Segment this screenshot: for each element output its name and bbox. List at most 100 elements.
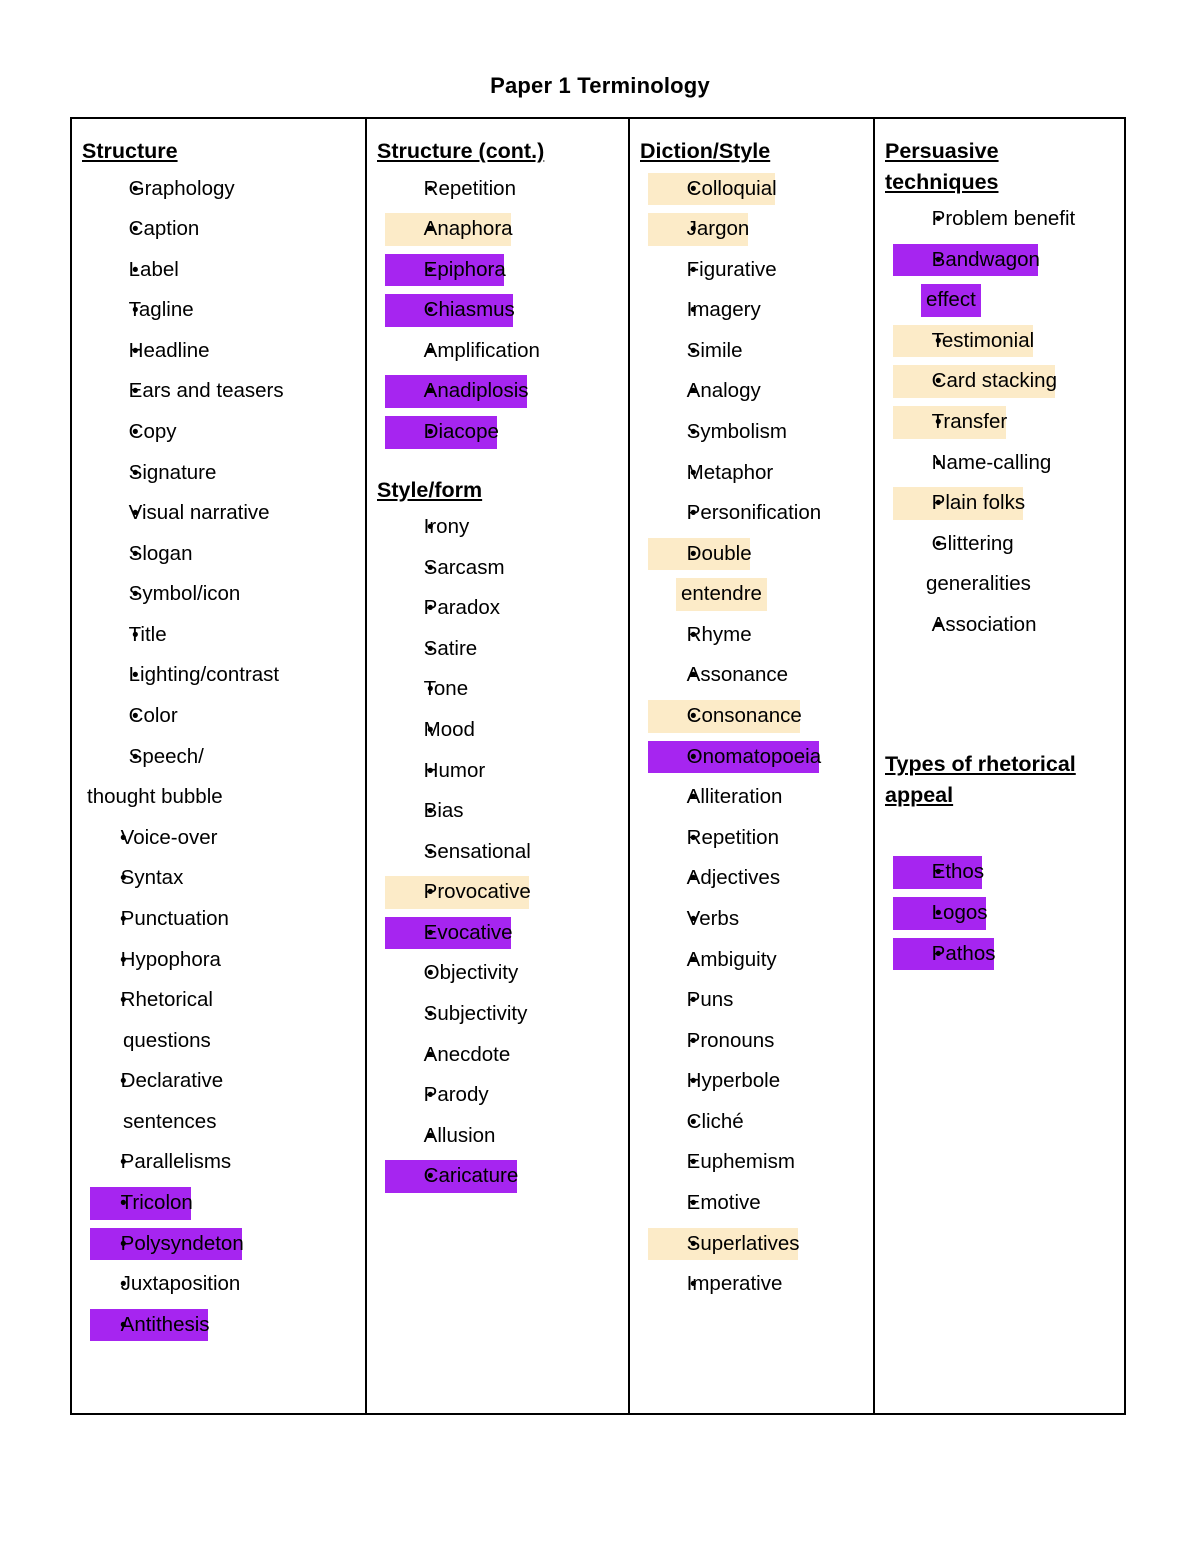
term-label: Pronouns — [686, 1028, 775, 1052]
term-continuation: questions — [82, 1021, 359, 1062]
term-label: Tagline — [128, 298, 194, 322]
column-persuasive-techniques: Persuasive techniques •Problem benefit •Ban… — [875, 119, 1126, 1413]
term-label: Polysyndeton — [120, 1231, 244, 1255]
term-label: Voice-over — [120, 825, 218, 849]
term-item: •Pathos — [885, 934, 1120, 975]
term-item: •Anaphora — [377, 209, 622, 250]
section-heading-line: Types of rhetorical — [885, 752, 1076, 777]
term-item: •Punctuation — [82, 899, 359, 940]
section-heading-line: Structure — [82, 139, 178, 163]
term-label: Bandwagon — [931, 247, 1040, 271]
term-item: •Pronouns — [640, 1021, 867, 1062]
term-item: •Bias — [377, 791, 622, 832]
term-item: •Objectivity — [377, 953, 622, 994]
term-label: Name-calling — [931, 450, 1052, 474]
term-item: •Testimonial — [885, 321, 1120, 362]
terminology-table: Structure •Graphology •Caption •Label •Tagli… — [70, 117, 1126, 1415]
term-item: •Symbolism — [640, 412, 867, 453]
term-item: •Caricature — [377, 1156, 622, 1197]
term-continuation-label: questions — [123, 1028, 211, 1052]
term-item: •Bandwagon — [885, 240, 1120, 281]
term-label: Syntax — [120, 866, 184, 890]
term-label: Label — [128, 257, 179, 281]
term-item: •Double — [640, 534, 867, 575]
term-item: •Repetition — [377, 169, 622, 210]
term-label: Graphology — [128, 176, 235, 200]
term-item: •Declarative — [82, 1061, 359, 1102]
term-item: •Metaphor — [640, 453, 867, 494]
term-item: •Transfer — [885, 402, 1120, 443]
term-label: Lighting/contrast — [128, 663, 280, 687]
term-item: •Graphology — [82, 169, 359, 210]
term-item: •Irony — [377, 507, 622, 548]
section-heading-line: Structure (cont.) — [377, 139, 545, 163]
term-item: •Jargon — [640, 209, 867, 250]
term-label: Slogan — [128, 541, 193, 565]
term-item: •Cliché — [640, 1102, 867, 1143]
term-item: •Emotive — [640, 1183, 867, 1224]
term-label: Headline — [128, 338, 210, 362]
term-item: •Antithesis — [82, 1305, 359, 1346]
term-item: •Glittering — [885, 524, 1120, 565]
column-structure-cont: Structure (cont.) •Repetition •Anaphora •Ep… — [367, 119, 630, 1413]
term-item: •Consonance — [640, 696, 867, 737]
term-label: Emotive — [686, 1190, 761, 1214]
term-item: •Parallelisms — [82, 1142, 359, 1183]
term-label: Epiphora — [423, 257, 506, 281]
term-item: •Mood — [377, 710, 622, 751]
term-item: •Syntax — [82, 858, 359, 899]
term-item: •Hyperbole — [640, 1061, 867, 1102]
term-label: Onomatopoeia — [686, 744, 822, 768]
section-heading-line: Diction/Style — [640, 139, 771, 163]
term-label: Bias — [423, 799, 464, 823]
section-heading-line: Style/form — [377, 477, 483, 502]
term-label: Ears and teasers — [128, 379, 284, 403]
term-label: Paradox — [423, 596, 501, 620]
term-label: Assonance — [686, 663, 789, 687]
section-heading: Types of rhetorical appeal — [885, 749, 1120, 810]
term-item: •Sensational — [377, 832, 622, 873]
term-item: •Amplification — [377, 331, 622, 372]
term-label: Card stacking — [931, 369, 1057, 393]
term-item: •Ambiguity — [640, 940, 867, 981]
term-label: Punctuation — [120, 906, 229, 930]
term-continuation: generalities — [885, 564, 1120, 605]
term-label: Cliché — [686, 1109, 744, 1133]
term-label: Symbolism — [686, 419, 787, 443]
term-item: •Adjectives — [640, 858, 867, 899]
term-item: •Symbol/icon — [82, 574, 359, 615]
term-item: •Assonance — [640, 655, 867, 696]
term-item: •Voice-over — [82, 818, 359, 859]
term-label: Ambiguity — [686, 947, 777, 971]
term-label: Irony — [423, 515, 470, 539]
term-item: •Name-calling — [885, 443, 1120, 484]
term-item: •Alliteration — [640, 777, 867, 818]
term-label: Verbs — [686, 906, 740, 930]
term-label: Parallelisms — [120, 1150, 232, 1174]
term-item: •Humor — [377, 751, 622, 792]
term-item: •Parody — [377, 1075, 622, 1116]
term-continuation: thought bubble — [82, 777, 359, 818]
term-label: Parody — [423, 1083, 489, 1107]
section-heading-line: techniques — [885, 169, 999, 194]
term-item: •Rhetorical — [82, 980, 359, 1021]
term-label: Hypophora — [120, 947, 221, 971]
term-label: Provocative — [423, 880, 531, 904]
term-item: •Speech/ — [82, 737, 359, 778]
term-item: •Label — [82, 250, 359, 291]
term-item: •Imperative — [640, 1264, 867, 1305]
term-label: Repetition — [423, 176, 516, 200]
term-item: •Evocative — [377, 913, 622, 954]
term-label: Imperative — [686, 1272, 783, 1296]
term-item: •Logos — [885, 893, 1120, 934]
term-item: •Headline — [82, 331, 359, 372]
term-continuation: effect — [885, 280, 1120, 321]
term-item: •Verbs — [640, 899, 867, 940]
term-label: Analogy — [686, 379, 761, 403]
term-continuation: entendre — [640, 574, 867, 615]
column-diction-style-list: •Colloquial •Jargon •Figurative •Imagery •Si… — [640, 169, 867, 1305]
term-item: •Euphemism — [640, 1142, 867, 1183]
term-item: •Chiasmus — [377, 290, 622, 331]
